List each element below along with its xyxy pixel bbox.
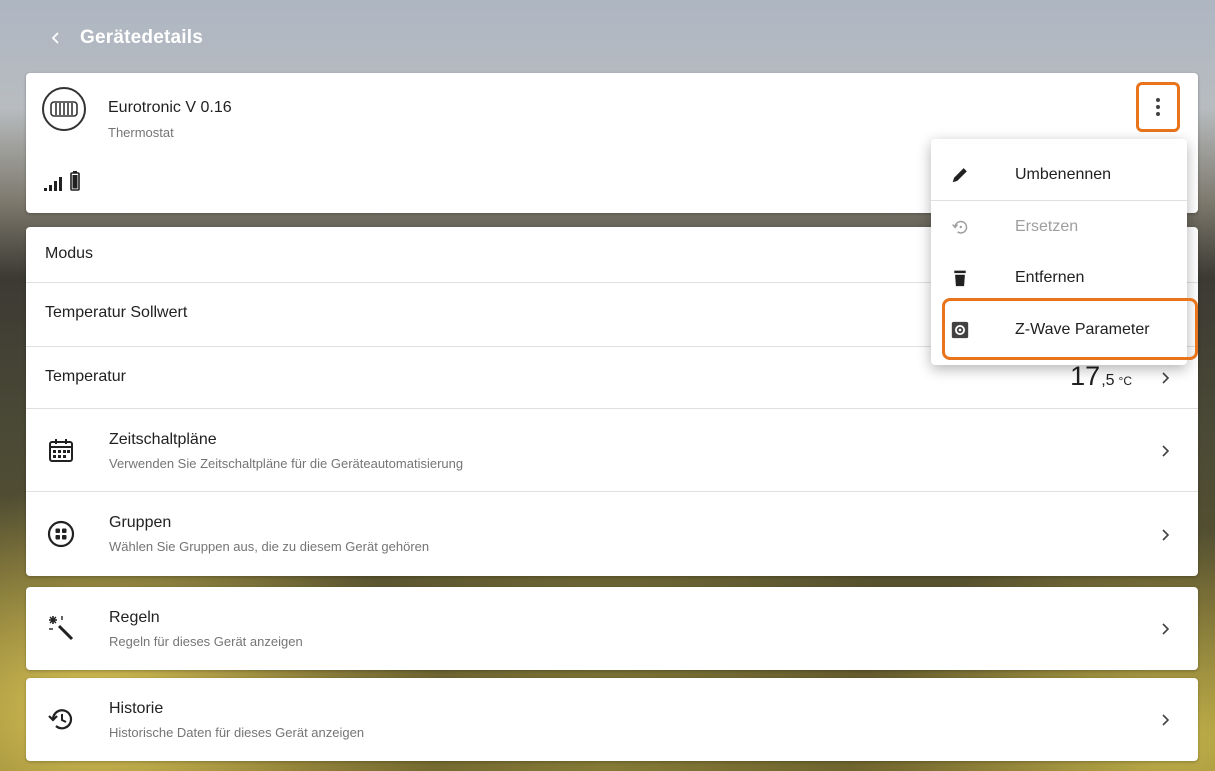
chevron-right-icon (1162, 529, 1170, 541)
battery-icon (70, 171, 80, 196)
history-icon (46, 704, 76, 734)
app-header: Gerätedetails (10, 10, 1215, 66)
options-menu: Umbenennen Ersetzen Entfernen Z-Wave Par… (931, 139, 1198, 365)
rules-card[interactable]: Regeln Regeln für dieses Gerät anzeigen (26, 587, 1198, 670)
device-status (44, 171, 80, 196)
more-vert-icon (1156, 98, 1160, 116)
menu-item-z-wave-parameter[interactable]: Z-Wave Parameter (931, 304, 1187, 356)
history-subtitle: Historische Daten für dieses Gerät anzei… (109, 725, 365, 740)
temperature-value: 17 ,5 °C (1070, 361, 1132, 392)
row-subtitle: Wählen Sie Gruppen aus, die zu diesem Ge… (109, 539, 430, 554)
row-label: Temperatur Sollwert (45, 304, 188, 321)
history-title: Historie (109, 700, 164, 717)
page-title: Gerätedetails (80, 27, 203, 48)
row-gruppen[interactable]: Gruppen Wählen Sie Gruppen aus, die zu d… (26, 492, 1198, 576)
pencil-icon (949, 164, 971, 186)
row-subtitle: Verwenden Sie Zeitschaltpläne für die Ge… (109, 456, 464, 471)
signal-strength-icon (44, 177, 62, 196)
calendar-icon (46, 436, 76, 466)
row-title: Zeitschaltpläne (109, 431, 217, 448)
trash-icon (949, 267, 971, 289)
more-options-button[interactable] (1136, 82, 1180, 132)
menu-item-umbenennen[interactable]: Umbenennen (931, 149, 1187, 201)
device-name: Eurotronic V 0.16 (108, 99, 232, 116)
app-frame: Gerätedetails Eurotronic V 0.16 Thermost… (10, 10, 1215, 771)
row-label: Temperatur (45, 368, 126, 385)
temperature-unit: °C (1118, 374, 1132, 388)
menu-item-label: Ersetzen (1015, 218, 1079, 235)
temperature-decimal: ,5 (1101, 372, 1115, 389)
menu-item-ersetzen[interactable]: Ersetzen (931, 201, 1187, 253)
chevron-right-icon (1162, 714, 1170, 726)
rules-title: Regeln (109, 609, 160, 626)
menu-item-entfernen[interactable]: Entfernen (931, 252, 1187, 304)
device-type: Thermostat (108, 125, 174, 140)
menu-item-label: Entfernen (1015, 269, 1085, 286)
magic-wand-icon (46, 613, 76, 643)
radiator-icon (42, 87, 86, 131)
replace-icon (949, 216, 971, 238)
chevron-right-icon (1162, 372, 1170, 384)
temperature-integer: 17 (1070, 361, 1101, 391)
history-card[interactable]: Historie Historische Daten für dieses Ge… (26, 678, 1198, 761)
gear-icon (949, 319, 971, 341)
chevron-left-icon (51, 32, 59, 44)
row-zeitschaltplaene[interactable]: Zeitschaltpläne Verwenden Sie Zeitschalt… (26, 409, 1198, 492)
groups-icon (46, 519, 76, 549)
chevron-right-icon (1162, 445, 1170, 457)
menu-item-label: Umbenennen (1015, 166, 1112, 183)
menu-item-label: Z-Wave Parameter (1015, 321, 1150, 338)
back-button[interactable] (34, 16, 78, 60)
row-title: Gruppen (109, 514, 172, 531)
row-label: Modus (45, 245, 94, 262)
chevron-right-icon (1162, 623, 1170, 635)
rules-subtitle: Regeln für dieses Gerät anzeigen (109, 634, 303, 649)
